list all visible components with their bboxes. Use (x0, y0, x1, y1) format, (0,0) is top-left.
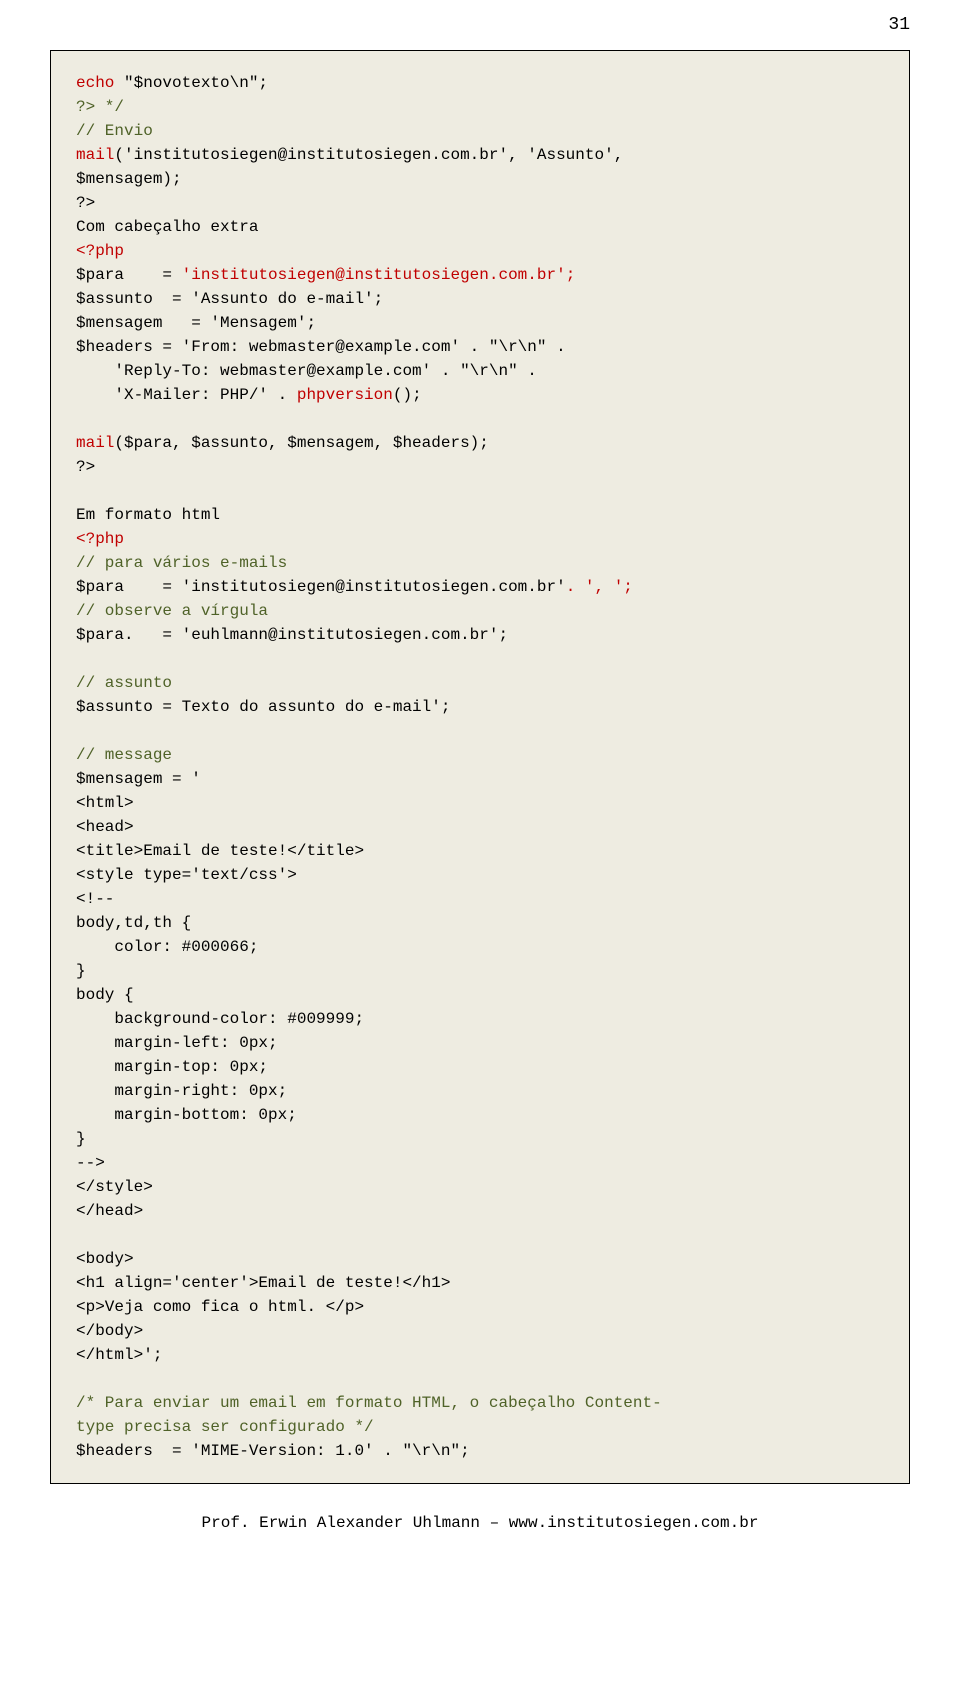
code-line: $assunto = Texto do assunto do e-mail'; (76, 698, 450, 716)
code-line: echo (76, 74, 114, 92)
code-line: phpversion (297, 386, 393, 404)
code-line: margin-top: 0px; (76, 1058, 268, 1076)
code-line: (); (393, 386, 422, 404)
code-line: Com cabeçalho extra (76, 218, 258, 236)
code-line: background-color: #009999; (76, 1010, 364, 1028)
code-line: margin-right: 0px; (76, 1082, 287, 1100)
code-line: mail (76, 434, 114, 452)
code-line: /* Para enviar um email em formato HTML,… (76, 1394, 662, 1412)
code-line: } (76, 1130, 86, 1148)
code-line: $para. = 'euhlmann@institutosiegen.com.b… (76, 626, 508, 644)
code-line: </html>'; (76, 1346, 162, 1364)
code-line: ?> */ (76, 98, 124, 116)
code-line: $para = 'institutosiegen@institutosiegen… (76, 578, 566, 596)
code-line: <html> (76, 794, 134, 812)
code-line: mail (76, 146, 114, 164)
code-line: $assunto = 'Assunto do e-mail'; (76, 290, 383, 308)
code-line: </body> (76, 1322, 143, 1340)
code-line: $mensagem); (76, 170, 182, 188)
page-footer: Prof. Erwin Alexander Uhlmann – www.inst… (0, 1504, 960, 1562)
code-line: $mensagem = ' (76, 770, 201, 788)
code-line: body { (76, 986, 134, 1004)
code-line: </style> (76, 1178, 153, 1196)
code-line: $headers = 'From: webmaster@example.com'… (76, 338, 566, 356)
code-line: </head> (76, 1202, 143, 1220)
code-line: --> (76, 1154, 105, 1172)
code-line: <?php (76, 530, 124, 548)
code-line: $mensagem = 'Mensagem'; (76, 314, 316, 332)
code-line: margin-bottom: 0px; (76, 1106, 297, 1124)
code-block: echo "$novotexto\n"; ?> */ // Envio mail… (50, 50, 910, 1484)
code-line: // message (76, 746, 172, 764)
code-line: ?> (76, 194, 95, 212)
code-line: margin-left: 0px; (76, 1034, 278, 1052)
code-line: 'institutosiegen@institutosiegen.com.br'… (182, 266, 576, 284)
code-line: "$novotexto\n"; (114, 74, 268, 92)
page-number: 31 (0, 0, 960, 40)
code-line: $headers = 'MIME-Version: 1.0' . "\r\n"; (76, 1442, 470, 1460)
code-line: // assunto (76, 674, 172, 692)
code-line: <head> (76, 818, 134, 836)
code-line: . ', '; (566, 578, 633, 596)
code-line: <?php (76, 242, 124, 260)
code-line: <p>Veja como fica o html. </p> (76, 1298, 364, 1316)
code-line: // observe a vírgula (76, 602, 268, 620)
code-line: ?> (76, 458, 95, 476)
code-line: <h1 align='center'>Email de teste!</h1> (76, 1274, 450, 1292)
code-line: ('institutosiegen@institutosiegen.com.br… (114, 146, 623, 164)
code-line: // Envio (76, 122, 153, 140)
code-line: body,td,th { (76, 914, 191, 932)
code-line: <!-- (76, 890, 114, 908)
code-line: <style type='text/css'> (76, 866, 297, 884)
code-line: } (76, 962, 86, 980)
code-line: <body> (76, 1250, 134, 1268)
code-line: <title>Email de teste!</title> (76, 842, 364, 860)
code-line: 'X-Mailer: PHP/' . (76, 386, 297, 404)
code-line: color: #000066; (76, 938, 258, 956)
code-line: ($para, $assunto, $mensagem, $headers); (114, 434, 488, 452)
code-line: Em formato html (76, 506, 220, 524)
code-line: $para = (76, 266, 182, 284)
code-line: type precisa ser configurado */ (76, 1418, 374, 1436)
code-line: // para vários e-mails (76, 554, 287, 572)
code-line: 'Reply-To: webmaster@example.com' . "\r\… (76, 362, 537, 380)
